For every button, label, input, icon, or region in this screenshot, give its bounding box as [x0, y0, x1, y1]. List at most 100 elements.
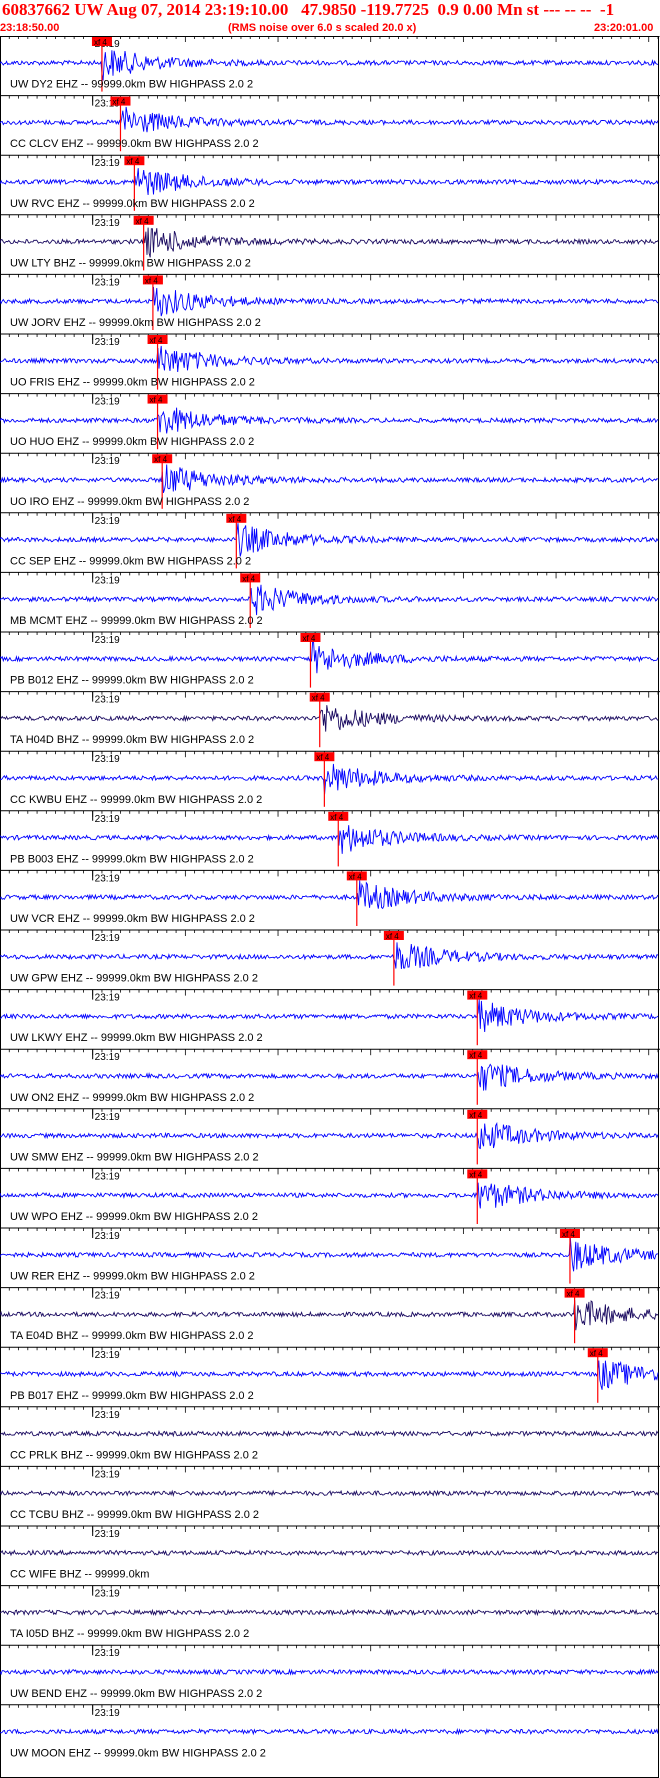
- station-label: CC TCBU BHZ -- 99999.0km BW HIGHPASS 2.0…: [10, 1509, 259, 1521]
- pick-label: xf 4: [242, 574, 255, 583]
- waveform-trace: [0, 705, 659, 732]
- minute-label: 23:19: [95, 1291, 120, 1302]
- trace-row: 23:19 xf 4 UW WPO EHZ -- 99999.0km BW HIGH…: [0, 1167, 660, 1224]
- pick-label: xf 4: [150, 336, 163, 345]
- pick-label: xf 4: [349, 872, 362, 881]
- end-time: 23:20:01.00: [594, 22, 654, 34]
- waveform-trace: [0, 1182, 659, 1209]
- station-label: TA H04D BHZ -- 99999.0km BW HIGHPASS 2.0…: [10, 734, 254, 746]
- minute-label: 23:19: [95, 873, 120, 884]
- station-label: UW ON2 EHZ -- 99999.0km BW HIGHPASS 2.0 …: [10, 1092, 254, 1104]
- waveform-trace: [0, 168, 659, 196]
- trace-row: 23:19 xf 4 CC KWBU EHZ -- 99999.0km BW HIG…: [0, 750, 660, 807]
- start-time: 23:18:50.00: [0, 22, 60, 34]
- waveform-trace: [0, 1549, 659, 1557]
- station-label: UW BEND EHZ -- 99999.0km BW HIGHPASS 2.0…: [10, 1688, 262, 1700]
- station-label: CC PRLK BHZ -- 99999.0km BW HIGHPASS 2.0…: [10, 1449, 258, 1461]
- trace-row: 23:19 xf 4 UW LTY BHZ -- 99999.0km BW HIGH…: [0, 214, 660, 271]
- waveform-trace: [0, 999, 659, 1033]
- waveform-trace: [0, 763, 659, 795]
- waveform-trace: [0, 407, 659, 434]
- station-label: UW DY2 EHZ -- 99999.0km BW HIGHPASS 2.0 …: [10, 79, 253, 91]
- noise-note: (RMS noise over 6.0 s scaled 20.0 x): [228, 22, 417, 34]
- trace-row: 23:19 xf 4 UW ON2 EHZ -- 99999.0km BW HIGH…: [0, 1048, 660, 1105]
- minute-label: 23:19: [95, 754, 120, 765]
- minute-label: 23:19: [95, 1112, 120, 1123]
- station-label: UW JORV EHZ -- 99999.0km BW HIGHPASS 2.0…: [10, 317, 261, 329]
- station-label: UW RVC EHZ -- 99999.0km BW HIGHPASS 2.0 …: [10, 198, 255, 210]
- pick-label: xf 4: [567, 1290, 580, 1299]
- waveform-trace: [0, 50, 659, 81]
- waveform-trace: [0, 942, 659, 970]
- waveform-trace: [0, 1727, 659, 1736]
- pick-label: xf 4: [154, 455, 167, 464]
- trace-row: 23:19 TA I05D BHZ -- 99999.0km BW HIGHPAS…: [0, 1585, 660, 1640]
- waveform-trace: [0, 640, 659, 674]
- waveform-trace: [0, 227, 659, 258]
- minute-label: 23:19: [95, 1469, 120, 1480]
- pick-label: xf 4: [145, 276, 158, 285]
- trace-row: 23:19 xf 4 UW GPW EHZ -- 99999.0km BW HIGH…: [0, 929, 660, 986]
- station-label: CC CLCV EHZ -- 99999.0km BW HIGHPASS 2.0…: [10, 138, 259, 150]
- trace-row: 23:19 xf 4 UO IRO EHZ -- 99999.0km BW HIGH…: [0, 452, 660, 509]
- waveform-trace: [0, 584, 659, 616]
- station-label: UO IRO EHZ -- 99999.0km BW HIGHPASS 2.0 …: [10, 496, 249, 508]
- pick-label: xf 4: [150, 396, 163, 405]
- waveform-trace: [0, 464, 659, 493]
- minute-label: 23:19: [95, 1171, 120, 1182]
- event-title: 60837662 UW Aug 07, 2014 23:19:10.00 47.…: [2, 0, 615, 19]
- waveform-trace: [0, 1608, 659, 1617]
- minute-label: 23:19: [95, 158, 120, 169]
- pick-label: xf 4: [330, 813, 343, 822]
- station-label: UW LKWY EHZ -- 99999.0km BW HIGHPASS 2.0…: [10, 1032, 263, 1044]
- minute-label: 23:19: [95, 456, 120, 467]
- trace-row: 23:19 xf 4 UW SMW EHZ -- 99999.0km BW HIGH…: [0, 1108, 660, 1165]
- station-label: PB B003 EHZ -- 99999.0km BW HIGHPASS 2.0…: [10, 853, 254, 865]
- station-label: UO FRIS EHZ -- 99999.0km BW HIGHPASS 2.0…: [10, 377, 255, 389]
- minute-label: 23:19: [95, 575, 120, 586]
- trace-row: 23:19xf 4UW DY2 EHZ -- 99999.0km BW HIGH…: [0, 36, 660, 92]
- minute-label: 23:19: [95, 1529, 120, 1540]
- trace-row: 23:19 xf 4 PB B017 EHZ -- 99999.0km BW HIG…: [0, 1346, 660, 1403]
- waveform-trace: [0, 1237, 659, 1272]
- station-label: CC WIFE BHZ -- 99999.0km: [10, 1569, 149, 1581]
- pick-label: xf 4: [469, 1111, 482, 1120]
- pick-label: xf 4: [590, 1349, 603, 1358]
- waveform-trace: [0, 106, 659, 133]
- trace-row: 23:19 xf 4 UW VCR EHZ -- 99999.0km BW HIGH…: [0, 869, 660, 926]
- station-label: UW MOON EHZ -- 99999.0km BW HIGHPASS 2.0…: [10, 1747, 266, 1759]
- minute-label: 23:19: [95, 814, 120, 825]
- minute-label: 23:19: [95, 635, 120, 646]
- waveform-trace: [0, 1300, 659, 1331]
- minute-label: 23:19: [95, 337, 120, 348]
- station-label: UW WPO EHZ -- 99999.0km BW HIGHPASS 2.0 …: [10, 1211, 258, 1223]
- trace-row: 23:19 CC TCBU BHZ -- 99999.0km BW HIGHPAS…: [0, 1465, 660, 1521]
- trace-row: 23:19 xf 4 UW RER EHZ -- 99999.0km BW HIGH…: [0, 1227, 660, 1284]
- trace-row: 23:19 xf 4 UO HUO EHZ -- 99999.0km BW HIGH…: [0, 393, 660, 450]
- pick-label: xf 4: [312, 694, 325, 703]
- minute-label: 23:19: [95, 277, 120, 288]
- station-label: TA E04D BHZ -- 99999.0km BW HIGHPASS 2.0…: [10, 1330, 254, 1342]
- seismogram-plot: 23:19 xf 4 UW DY2 EHZ -- 99999.0km BW HIGH…: [0, 36, 660, 1778]
- trace-row: 23:19 xf 4 MB MCMT EHZ -- 99999.0km BW HIG…: [0, 571, 660, 628]
- minute-label: 23:19: [95, 933, 120, 944]
- pick-label: xf 4: [469, 992, 482, 1001]
- minute-label: 23:19: [95, 397, 120, 408]
- station-label: UW GPW EHZ -- 99999.0km BW HIGHPASS 2.0 …: [10, 973, 258, 985]
- pick-label: xf 4: [562, 1230, 575, 1239]
- trace-row: 23:19 xf 4 UW JORV EHZ -- 99999.0km BW HIG…: [0, 273, 660, 330]
- trace-row: 23:19 UW BEND EHZ -- 99999.0km BW HIGHPAS…: [0, 1644, 660, 1700]
- waveform-trace: [0, 523, 659, 557]
- minute-label: 23:19: [95, 993, 120, 1004]
- pick-label: xf 4: [316, 753, 329, 762]
- minute-label: 23:19: [95, 218, 120, 229]
- pick-label: xf 4: [469, 1051, 482, 1060]
- trace-row: 23:19 xf 4 TA H04D BHZ -- 99999.0km BW HIG…: [0, 691, 660, 748]
- station-label: PB B012 EHZ -- 99999.0km BW HIGHPASS 2.0…: [10, 675, 254, 687]
- minute-label: 23:19: [95, 695, 120, 706]
- waveform-trace: [0, 1489, 659, 1497]
- trace-row: 23:19 xf 4 PB B003 EHZ -- 99999.0km BW HIG…: [0, 810, 660, 867]
- trace-row: 23:19 xf 4 UW LKWY EHZ -- 99999.0km BW HIG…: [0, 989, 660, 1046]
- minute-label: 23:19: [95, 1350, 120, 1361]
- pick-label: xf 4: [469, 1170, 482, 1179]
